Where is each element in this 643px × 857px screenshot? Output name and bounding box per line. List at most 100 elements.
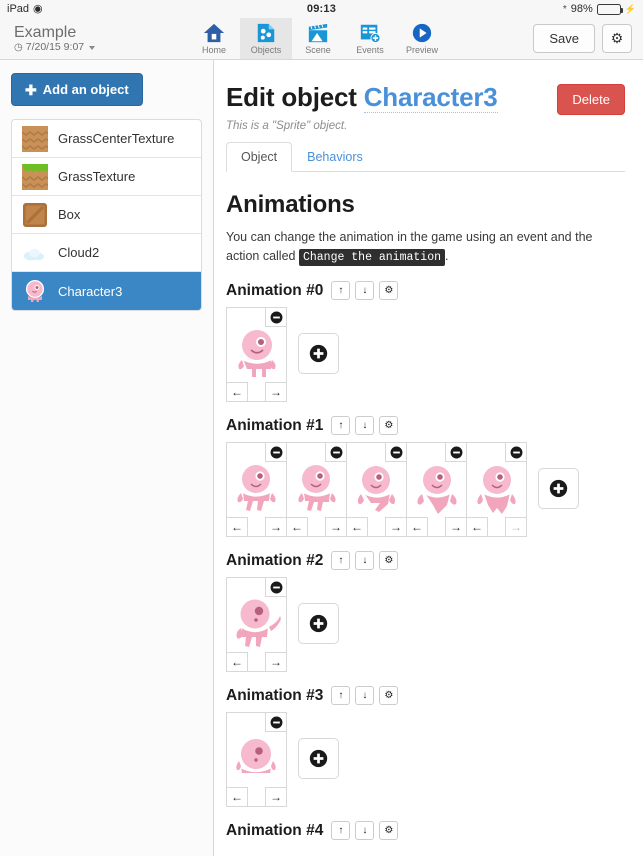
delete-frame-button[interactable] bbox=[265, 308, 286, 327]
project-date-row[interactable]: ◷ 7/20/15 9:07 bbox=[14, 41, 180, 54]
move-up-button[interactable]: ↑ bbox=[331, 686, 351, 705]
project-info[interactable]: Example ◷ 7/20/15 9:07 bbox=[0, 18, 180, 59]
move-up-button[interactable]: ↑ bbox=[331, 551, 351, 570]
plus-circle-icon bbox=[549, 479, 568, 498]
minus-circle-icon bbox=[270, 716, 282, 728]
list-item-label: Character3 bbox=[58, 283, 123, 299]
list-item-character3[interactable]: Character3 bbox=[12, 272, 201, 310]
move-up-button[interactable]: ↑ bbox=[331, 821, 351, 840]
animation-settings-button[interactable]: ⚙ bbox=[379, 551, 399, 570]
add-frame-button[interactable] bbox=[538, 468, 579, 509]
animation-frame[interactable]: ← → bbox=[466, 442, 527, 537]
animations-description: You can change the animation in the game… bbox=[226, 228, 625, 267]
nav-tab-preview[interactable]: Preview bbox=[396, 18, 448, 59]
project-date: 7/20/15 9:07 bbox=[25, 41, 85, 53]
plus-icon: ✚ bbox=[25, 81, 37, 98]
save-button[interactable]: Save bbox=[533, 24, 595, 53]
list-item-cloud2[interactable]: Cloud2 bbox=[12, 234, 201, 272]
delete-frame-button[interactable] bbox=[265, 713, 286, 732]
editor-header: Edit object Character3 Delete bbox=[226, 82, 625, 115]
animation-row-header-4: Animation #4 ↑ ↓ ⚙ bbox=[226, 821, 625, 840]
animation-frame[interactable]: ← → bbox=[286, 442, 347, 537]
nav-tab-home[interactable]: Home bbox=[188, 18, 240, 59]
nav-tab-events[interactable]: Events bbox=[344, 18, 396, 59]
move-up-button[interactable]: ↑ bbox=[331, 416, 351, 435]
animation-row-header-1: Animation #1 ↑ ↓ ⚙ bbox=[226, 416, 625, 435]
frame-prev-button[interactable]: ← bbox=[227, 652, 248, 671]
list-item-grass-center-texture[interactable]: GrassCenterTexture bbox=[12, 120, 201, 158]
nav-tab-objects[interactable]: Objects bbox=[240, 18, 292, 59]
frame-next-button[interactable]: → bbox=[265, 787, 286, 806]
delete-frame-button[interactable] bbox=[265, 578, 286, 597]
animation-frames-0: ← → bbox=[226, 307, 625, 402]
frame-next-button[interactable]: → bbox=[445, 517, 466, 536]
animation-row-header-3: Animation #3 ↑ ↓ ⚙ bbox=[226, 686, 625, 705]
animation-settings-button[interactable]: ⚙ bbox=[379, 281, 399, 300]
events-icon bbox=[360, 24, 381, 44]
animation-title: Animation #0 bbox=[226, 281, 324, 299]
animation-frame[interactable]: ← → bbox=[346, 442, 407, 537]
frame-next-button[interactable]: → bbox=[265, 382, 286, 401]
move-down-button[interactable]: ↓ bbox=[355, 551, 375, 570]
move-down-button[interactable]: ↓ bbox=[355, 416, 375, 435]
delete-frame-button[interactable] bbox=[505, 443, 526, 462]
move-down-button[interactable]: ↓ bbox=[355, 281, 375, 300]
frame-prev-button[interactable]: ← bbox=[407, 517, 428, 536]
animation-row-header-2: Animation #2 ↑ ↓ ⚙ bbox=[226, 551, 625, 570]
delete-frame-button[interactable] bbox=[445, 443, 466, 462]
list-item-label: GrassTexture bbox=[58, 169, 136, 184]
frame-next-button[interactable]: → bbox=[505, 517, 526, 536]
delete-frame-button[interactable] bbox=[265, 443, 286, 462]
add-frame-button[interactable] bbox=[298, 603, 339, 644]
status-right: * 98% ⚡ bbox=[563, 3, 636, 15]
move-up-button[interactable]: ↑ bbox=[331, 281, 351, 300]
description-text-part2: . bbox=[445, 249, 449, 263]
frame-prev-button[interactable]: ← bbox=[227, 517, 248, 536]
add-frame-button[interactable] bbox=[298, 738, 339, 779]
animation-row-header-0: Animation #0 ↑ ↓ ⚙ bbox=[226, 281, 625, 300]
move-down-button[interactable]: ↓ bbox=[355, 821, 375, 840]
nav-label-events: Events bbox=[356, 45, 384, 55]
move-down-button[interactable]: ↓ bbox=[355, 686, 375, 705]
chevron-down-icon[interactable] bbox=[89, 45, 96, 50]
animation-frames-3: ← → bbox=[226, 712, 625, 807]
tab-behaviors[interactable]: Behaviors bbox=[292, 142, 378, 172]
bluetooth-icon: * bbox=[562, 3, 567, 15]
delete-frame-button[interactable] bbox=[325, 443, 346, 462]
animation-settings-button[interactable]: ⚙ bbox=[379, 686, 399, 705]
frame-next-button[interactable]: → bbox=[265, 517, 286, 536]
list-item-grass-texture[interactable]: GrassTexture bbox=[12, 158, 201, 196]
animation-settings-button[interactable]: ⚙ bbox=[379, 821, 399, 840]
animation-frame[interactable]: ← → bbox=[226, 442, 287, 537]
frame-prev-button[interactable]: ← bbox=[227, 382, 248, 401]
frame-next-button[interactable]: → bbox=[265, 652, 286, 671]
frame-prev-button[interactable]: ← bbox=[467, 517, 488, 536]
add-object-button[interactable]: ✚ Add an object bbox=[11, 73, 143, 106]
frame-prev-button[interactable]: ← bbox=[227, 787, 248, 806]
nav-label-objects: Objects bbox=[250, 45, 282, 55]
nav-tab-scene[interactable]: Scene bbox=[292, 18, 344, 59]
animation-frame[interactable]: ← → bbox=[406, 442, 467, 537]
content-area: ✚ Add an object GrassCenterTexture Grass… bbox=[0, 60, 643, 856]
top-bar-actions: Save ⚙ bbox=[533, 18, 643, 59]
add-frame-button[interactable] bbox=[298, 333, 339, 374]
animation-frames-2: ← → bbox=[226, 577, 625, 672]
animation-frame[interactable]: ← → bbox=[226, 307, 287, 402]
delete-button[interactable]: Delete bbox=[557, 84, 625, 115]
add-object-label: Add an object bbox=[42, 82, 129, 97]
frame-prev-button[interactable]: ← bbox=[287, 517, 308, 536]
editable-object-name[interactable]: Character3 bbox=[363, 82, 498, 113]
list-item-box[interactable]: Box bbox=[12, 196, 201, 234]
tab-object[interactable]: Object bbox=[226, 142, 293, 172]
box-thumb bbox=[23, 202, 47, 227]
animation-frame[interactable]: ← → bbox=[226, 712, 287, 807]
settings-button[interactable]: ⚙ bbox=[602, 24, 632, 53]
animation-frame[interactable]: ← → bbox=[226, 577, 287, 672]
frame-prev-button[interactable]: ← bbox=[347, 517, 368, 536]
frame-next-button[interactable]: → bbox=[325, 517, 346, 536]
animation-settings-button[interactable]: ⚙ bbox=[379, 416, 399, 435]
battery-percent: 98% bbox=[570, 3, 593, 15]
frame-next-button[interactable]: → bbox=[385, 517, 406, 536]
delete-frame-button[interactable] bbox=[385, 443, 406, 462]
character-thumb bbox=[25, 279, 45, 302]
